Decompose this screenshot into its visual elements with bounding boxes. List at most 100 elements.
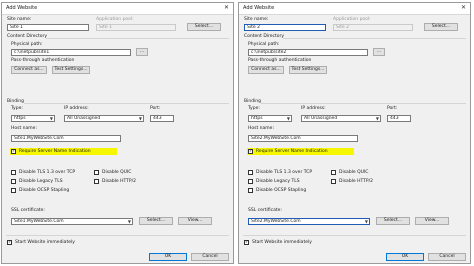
disable-legacy-tls-checkbox[interactable] [11,179,16,184]
view-certificate-button[interactable]: View... [415,217,449,225]
disable-ocsp-label: Disable OCSP Stapling [19,187,70,193]
chevron-down-icon: ▼ [49,116,53,121]
ip-address-select[interactable]: All Unassigned ▼ [64,115,144,122]
sni-label: Require Server Name Indication [19,148,91,154]
disable-http2-label: Disable HTTP/2 [102,178,137,184]
physical-path-input[interactable]: c:\inetpub\site1 [11,49,131,56]
disable-tls13-label: Disable TLS 1.3 over TCP [256,169,313,175]
test-settings-button[interactable]: Test Settings... [289,66,327,74]
dialog-title: Add Website [243,5,275,11]
chevron-down-icon: ▼ [375,116,379,121]
sni-checkbox[interactable] [11,149,16,154]
disable-legacy-tls-checkbox[interactable] [248,179,253,184]
site-name-label: Site name: [7,17,32,22]
content-directory-separator [46,38,229,39]
port-input[interactable]: 443 [150,115,174,122]
start-website-checkbox[interactable] [7,240,12,245]
start-website-checkbox[interactable] [244,240,249,245]
select-certificate-button[interactable]: Select... [139,217,173,225]
chevron-down-icon: ▼ [138,116,142,121]
site-name-input[interactable]: Site 1 [7,24,89,31]
disable-quic-label: Disable QUIC [102,169,132,175]
physical-path-label: Physical path: [248,42,280,47]
browse-button[interactable]: ... [136,48,148,56]
cancel-button[interactable]: Cancel [428,253,466,261]
disable-quic-checkbox[interactable] [331,170,336,175]
type-label: Type: [11,106,23,111]
app-pool-label: Application pool: [333,17,371,22]
ok-button[interactable]: OK [386,253,424,261]
content-directory-label: Content Directory [244,34,285,39]
port-label: Port: [387,106,398,111]
disable-ocsp-checkbox[interactable] [248,188,253,193]
disable-legacy-tls-label: Disable Legacy TLS [19,178,63,184]
select-certificate-button[interactable]: Select... [376,217,410,225]
disable-quic-checkbox[interactable] [94,170,99,175]
disable-ocsp-checkbox[interactable] [11,188,16,193]
start-website-label: Start Website immediately [15,239,75,245]
footer-separator [6,235,229,236]
sni-checkbox[interactable] [248,149,253,154]
physical-path-label: Physical path: [11,42,43,47]
ssl-certificate-select[interactable]: Site1.MyWebSite.Com ▼ [11,218,133,225]
close-icon[interactable]: ✕ [224,5,229,11]
disable-tls13-checkbox[interactable] [248,170,253,175]
ssl-certificate-label: SSL certificate: [11,208,45,213]
ip-address-select[interactable]: All Unassigned ▼ [301,115,381,122]
ip-address-value: All Unassigned [304,116,338,121]
ssl-certificate-value: Site1.MyWebSite.Com [14,219,64,224]
physical-path-input[interactable]: c:\inetpub\site2 [248,49,368,56]
type-select[interactable]: https ▼ [248,115,292,122]
close-icon[interactable]: ✕ [461,5,466,11]
select-app-pool-button[interactable]: Select... [424,23,458,31]
port-input[interactable]: 443 [387,115,411,122]
host-name-input[interactable]: Site1.MyWebSite.Com [11,135,121,142]
dialog-title: Add Website [6,5,38,11]
test-settings-button[interactable]: Test Settings... [52,66,90,74]
disable-http2-checkbox[interactable] [94,179,99,184]
title-bar: Add Website ✕ [2,3,233,15]
binding-label: Binding [7,99,25,104]
host-name-label: Host name: [11,126,37,131]
ssl-certificate-select[interactable]: Site2.MyWebSite.Com ▼ [248,218,370,225]
start-website-label: Start Website immediately [252,239,312,245]
content-directory-label: Content Directory [7,34,48,39]
disable-ocsp-label: Disable OCSP Stapling [256,187,307,193]
type-select[interactable]: https ▼ [11,115,55,122]
connect-as-button[interactable]: Connect as... [248,66,284,74]
footer-separator [243,235,466,236]
title-bar: Add Website ✕ [239,3,470,15]
app-pool-label: Application pool: [96,17,134,22]
disable-tls13-checkbox[interactable] [11,170,16,175]
pass-through-label: Pass-through authentication [11,58,75,63]
disable-legacy-tls-label: Disable Legacy TLS [256,178,300,184]
binding-label: Binding [244,99,262,104]
host-name-label: Host name: [248,126,274,131]
ssl-certificate-value: Site2.MyWebSite.Com [251,219,301,224]
type-value: https [251,116,263,121]
ok-button[interactable]: OK [149,253,187,261]
chevron-down-icon: ▼ [127,219,131,224]
disable-http2-checkbox[interactable] [331,179,336,184]
site-name-label: Site name: [244,17,269,22]
app-pool-field: Site 2 [333,24,413,31]
ssl-certificate-label: SSL certificate: [248,208,282,213]
ip-address-label: IP address: [64,106,89,111]
disable-tls13-label: Disable TLS 1.3 over TCP [19,169,76,175]
view-certificate-button[interactable]: View... [178,217,212,225]
disable-quic-label: Disable QUIC [339,169,369,175]
binding-separator [24,103,229,104]
chevron-down-icon: ▼ [286,116,290,121]
disable-http2-label: Disable HTTP/2 [339,178,374,184]
add-website-dialog-2: Add Website ✕ Site name: Application poo… [238,2,471,264]
ip-address-label: IP address: [301,106,326,111]
site-name-input[interactable]: Site 2 [244,24,326,31]
ip-address-value: All Unassigned [67,116,101,121]
type-label: Type: [248,106,260,111]
browse-button[interactable]: ... [373,48,385,56]
connect-as-button[interactable]: Connect as... [11,66,47,74]
cancel-button[interactable]: Cancel [191,253,229,261]
app-pool-field: Site 1 [96,24,176,31]
select-app-pool-button[interactable]: Select... [187,23,221,31]
host-name-input[interactable]: Site2.MyWebSite.Com [248,135,358,142]
